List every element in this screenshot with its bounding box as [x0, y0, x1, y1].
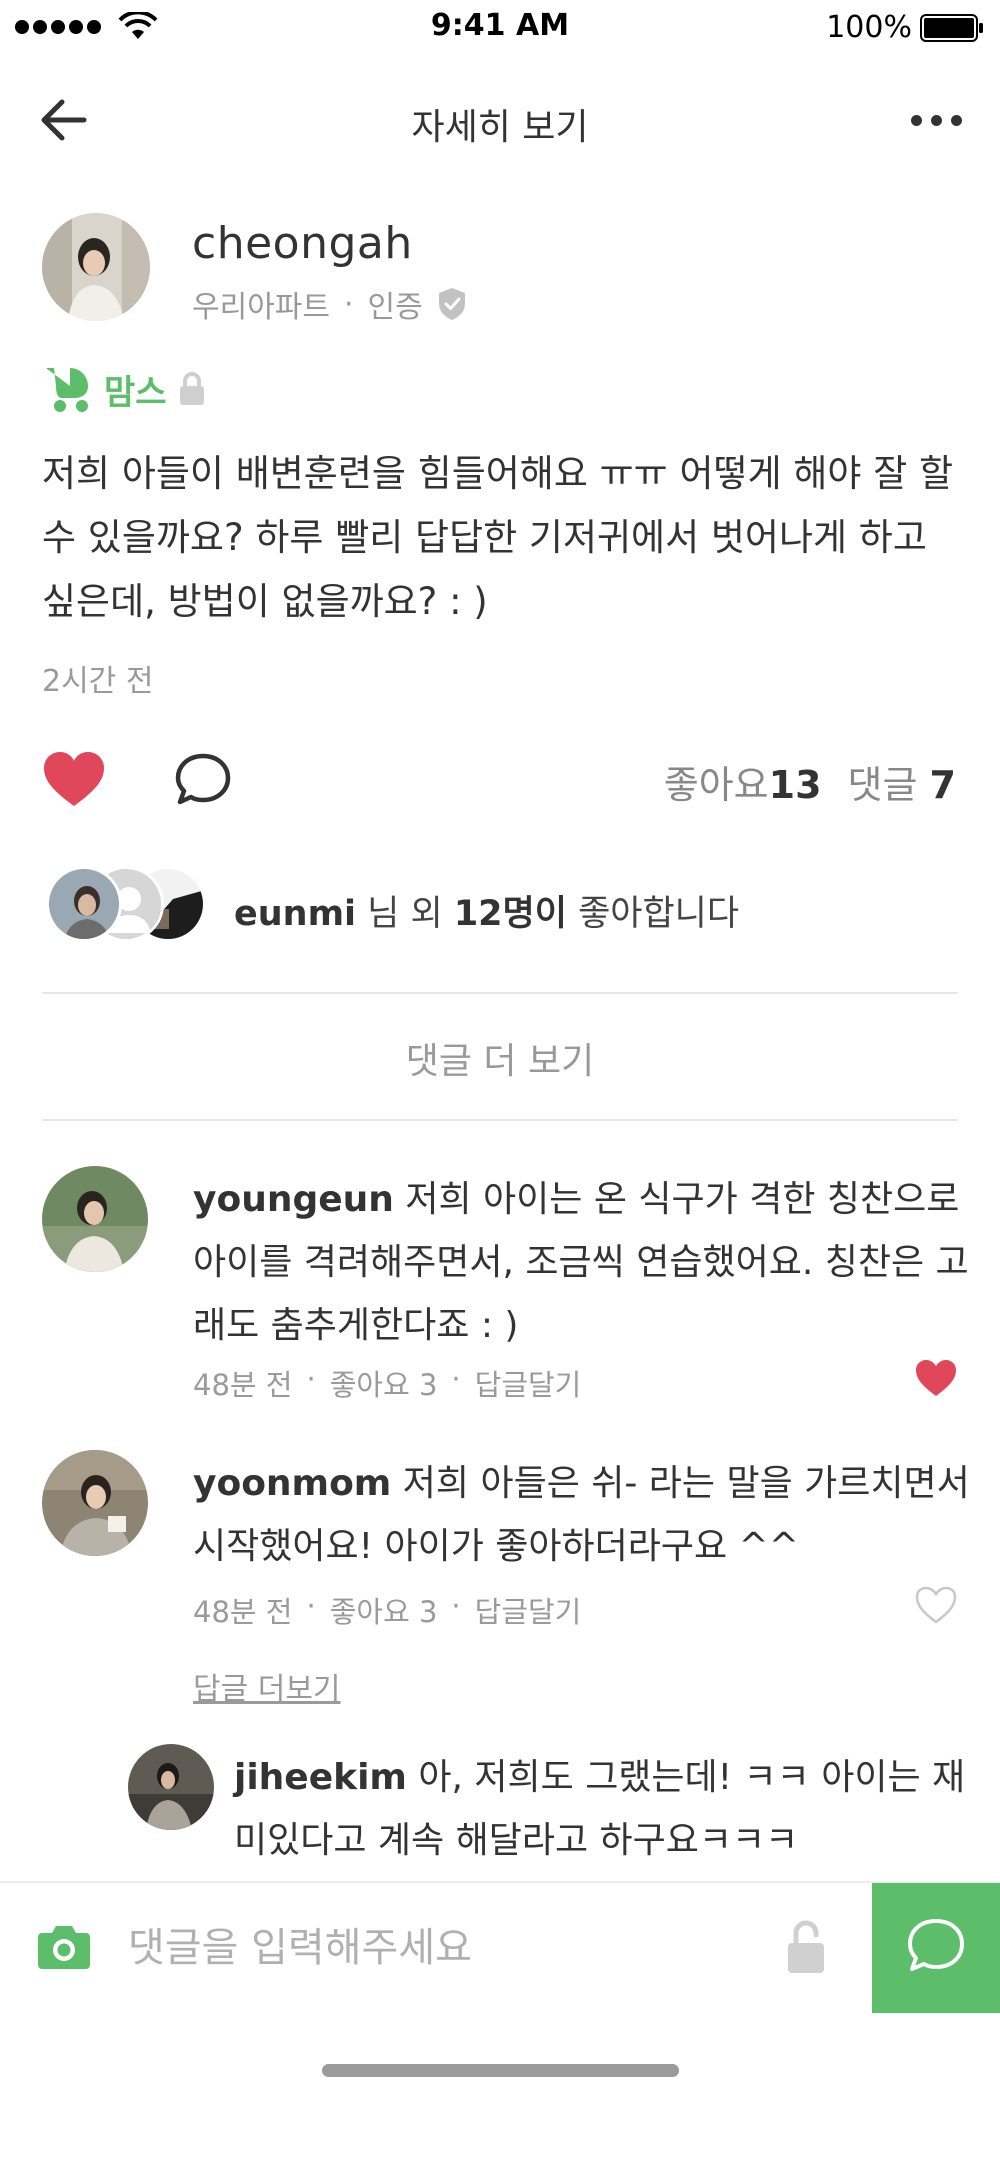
comment-bubble-icon[interactable]: [174, 752, 232, 808]
heart-icon[interactable]: [42, 750, 106, 808]
divider: [42, 1119, 958, 1121]
author-avatar[interactable]: [42, 213, 150, 321]
liker-name: eunmi: [234, 894, 357, 934]
stroller-icon: [46, 368, 88, 412]
verified-label: 인증: [367, 290, 423, 325]
likes-count[interactable]: 좋아요13: [664, 754, 822, 809]
more-replies-link[interactable]: 답글 더보기: [193, 1664, 341, 1708]
comment-username[interactable]: yoonmom: [193, 1463, 391, 1504]
post-category: 맘스: [42, 364, 207, 414]
nav-bar: 자세히 보기: [0, 80, 1000, 160]
author-name[interactable]: cheongah: [192, 218, 413, 269]
comment-meta: 48분 전 · 좋아요 3 · 답글달기: [193, 1589, 581, 1631]
likes-label: 좋아요: [663, 763, 769, 807]
comment-likes[interactable]: 좋아요 3: [330, 1589, 438, 1631]
battery-icon: [920, 14, 983, 42]
category-label: 맘스: [104, 372, 167, 413]
divider: [42, 992, 958, 994]
likers-avatars[interactable]: [46, 866, 208, 944]
comment-meta: 48분 전 · 좋아요 3 · 답글달기: [193, 1362, 581, 1404]
comment-avatar[interactable]: [42, 1450, 148, 1556]
author-community: 우리아파트: [192, 290, 330, 325]
more-comments-button[interactable]: 댓글 더 보기: [0, 1032, 1000, 1084]
author-meta: 우리아파트 · 인증: [192, 282, 467, 326]
post-body: 저희 아들이 배변훈련을 힘들어해요 ㅠㅠ 어떻게 해야 잘 할 수 있을까요?…: [42, 452, 954, 623]
post-counts: 좋아요13 댓글 7: [664, 754, 956, 809]
avatar: [46, 866, 122, 942]
comment-text: yoonmom 저희 아들은 쉬- 라는 말을 가르치면서 시작했어요! 아이가…: [193, 1452, 973, 1578]
meta-separator: ·: [306, 1362, 316, 1396]
send-button[interactable]: [872, 1883, 1000, 2013]
comments-label: 댓글: [847, 763, 918, 807]
likers-tail: 좋아합니다: [566, 894, 740, 934]
comments-number: 7: [929, 763, 956, 807]
comment-avatar[interactable]: [42, 1166, 148, 1272]
battery-percent: 100%: [826, 10, 912, 45]
heart-outline-icon[interactable]: [914, 1585, 958, 1625]
comments-count[interactable]: 댓글 7: [848, 754, 956, 809]
post-time: 2시간 전: [42, 664, 154, 699]
verified-shield-icon: [438, 288, 465, 320]
meta-separator: ·: [306, 1589, 316, 1623]
likes-number: 13: [768, 763, 822, 807]
status-bar: 9:41 AM 100%: [0, 0, 1000, 58]
likers-mid: 님 외: [356, 894, 454, 934]
more-icon[interactable]: [911, 115, 962, 126]
reply-username[interactable]: jiheekim: [234, 1757, 407, 1798]
likers-summary[interactable]: eunmi 님 외 12명이 좋아합니다: [234, 885, 739, 936]
comment-text: youngeun 저희 아이는 온 식구가 격한 칭찬으로 아이를 격려해주면서…: [193, 1168, 973, 1357]
send-bubble-icon: [908, 1919, 964, 1971]
home-indicator: [322, 2064, 679, 2077]
lock-icon: [179, 372, 204, 405]
reply-text: jiheekim 아, 저희도 그랬는데! ㅋㅋ 아이는 재미있다고 계속 해달…: [234, 1746, 974, 1872]
meta-separator: ·: [344, 286, 354, 322]
camera-icon[interactable]: [36, 1921, 92, 1971]
comment-input-bar: [0, 1881, 1000, 2013]
reply-avatar[interactable]: [128, 1744, 214, 1830]
comment-likes[interactable]: 좋아요 3: [330, 1362, 438, 1404]
likers-others: 12명이: [453, 894, 567, 934]
meta-separator: ·: [451, 1362, 461, 1396]
unlock-icon[interactable]: [786, 1919, 826, 1975]
reply-button[interactable]: 답글달기: [475, 1362, 582, 1404]
comment-time: 48분 전: [193, 1595, 293, 1629]
meta-separator: ·: [451, 1589, 461, 1623]
comment-time: 48분 전: [193, 1368, 293, 1402]
reply-button[interactable]: 답글달기: [475, 1589, 582, 1631]
comment-username[interactable]: youngeun: [193, 1179, 394, 1220]
page-title: 자세히 보기: [411, 107, 589, 148]
heart-icon[interactable]: [914, 1358, 958, 1398]
comment-input[interactable]: [128, 1913, 748, 1983]
